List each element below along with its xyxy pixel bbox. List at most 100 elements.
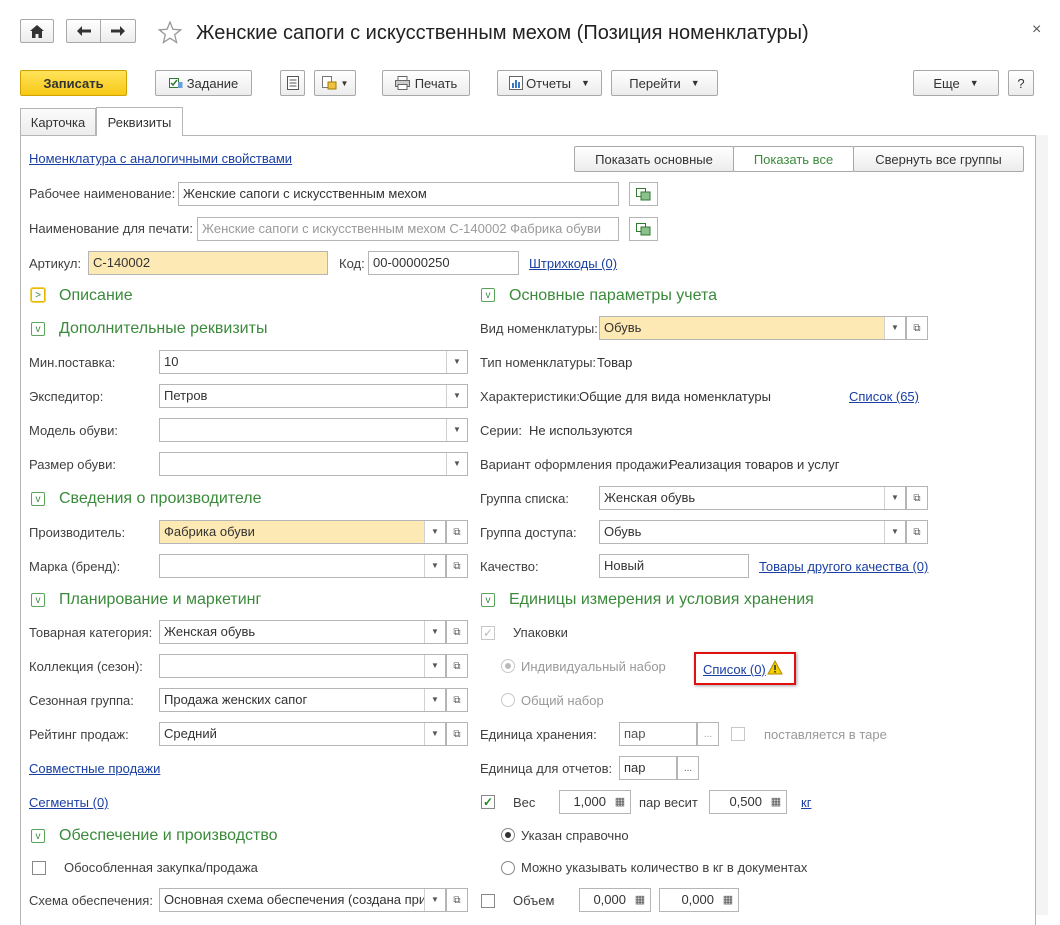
other-quality-link[interactable]: Товары другого качества (0) [759, 559, 928, 575]
manufacturer-input[interactable]: Фабрика обуви ▼ [159, 520, 446, 544]
tab-requisites[interactable]: Реквизиты [96, 107, 183, 136]
specified-radio[interactable] [501, 828, 515, 842]
work-name-input[interactable]: Женские сапоги с искусственным мехом [178, 182, 619, 206]
kg-in-docs-radio[interactable] [501, 861, 515, 875]
separate-purchase-checkbox[interactable] [32, 861, 46, 875]
show-main-button[interactable]: Показать основные [574, 146, 734, 172]
open-supply-scheme-button[interactable]: ⧉ [446, 888, 468, 912]
chevron-down-icon[interactable]: ▼ [424, 621, 445, 643]
calculator-icon[interactable]: ▦ [718, 889, 738, 911]
open-category-button[interactable]: ⧉ [446, 620, 468, 644]
supply-group-header[interactable]: Обеспечение и производство [59, 826, 278, 846]
help-button[interactable]: ? [1008, 70, 1034, 96]
forwarder-input[interactable]: Петров ▼ [159, 384, 468, 408]
quality-input[interactable]: Новый [599, 554, 749, 578]
list-view-button[interactable] [280, 70, 305, 96]
barcodes-link[interactable]: Штрихкоды (0) [529, 256, 617, 272]
open-list-group-button[interactable]: ⧉ [906, 486, 928, 510]
reports-button[interactable]: Отчеты ▼ [497, 70, 602, 96]
volume-checkbox[interactable] [481, 894, 495, 908]
open-kind-button[interactable]: ⧉ [906, 316, 928, 340]
brand-input[interactable]: ▼ [159, 554, 446, 578]
forward-button[interactable] [100, 19, 136, 43]
collapse-supply-icon[interactable]: v [31, 829, 45, 843]
collapse-groups-button[interactable]: Свернуть все группы [853, 146, 1024, 172]
manufacturer-group-header[interactable]: Сведения о производителе [59, 489, 262, 509]
open-rating-button[interactable]: ⧉ [446, 722, 468, 746]
segments-link[interactable]: Сегменты (0) [29, 795, 109, 811]
packages-list-link[interactable]: Список (0) [703, 662, 766, 678]
supply-scheme-input[interactable]: Основная схема обеспечения (создана при ▼ [159, 888, 446, 912]
kind-input[interactable]: Обувь ▼ [599, 316, 906, 340]
in-tare-checkbox[interactable] [731, 727, 745, 741]
report-unit-input[interactable]: пар [619, 756, 677, 780]
expand-description-icon[interactable]: > [30, 287, 46, 303]
description-group-header[interactable]: Описание [59, 286, 133, 306]
similar-items-link[interactable]: Номенклатура с аналогичными свойствами [29, 151, 292, 167]
chevron-down-icon[interactable]: ▼ [424, 521, 445, 543]
calculator-icon[interactable]: ▦ [610, 791, 630, 813]
print-button[interactable]: Печать [382, 70, 470, 96]
calculator-icon[interactable]: ▦ [766, 791, 786, 813]
storage-unit-input[interactable]: пар [619, 722, 697, 746]
category-input[interactable]: Женская обувь ▼ [159, 620, 446, 644]
scrollbar-track[interactable] [1036, 135, 1048, 915]
code-input[interactable]: 00-00000250 [368, 251, 519, 275]
chevron-down-icon[interactable]: ▼ [424, 689, 445, 711]
individual-set-radio[interactable] [501, 659, 515, 673]
chevron-down-icon[interactable]: ▼ [446, 419, 467, 441]
chevron-down-icon[interactable]: ▼ [424, 723, 445, 745]
chevron-down-icon[interactable]: ▼ [446, 351, 467, 373]
collection-input[interactable]: ▼ [159, 654, 446, 678]
translate-button[interactable] [629, 182, 658, 206]
weight-input[interactable]: 1,000 ▦ [559, 790, 631, 814]
chevron-down-icon[interactable]: ▼ [884, 487, 905, 509]
list-group-input[interactable]: Женская обувь ▼ [599, 486, 906, 510]
planning-group-header[interactable]: Планирование и маркетинг [59, 590, 261, 610]
pair-weighs-input[interactable]: 0,500 ▦ [709, 790, 787, 814]
collapse-main-params-icon[interactable]: v [481, 288, 495, 302]
chevron-down-icon[interactable]: ▼ [424, 889, 445, 911]
article-input[interactable]: С-140002 [88, 251, 328, 275]
home-button[interactable] [20, 19, 54, 43]
open-access-group-button[interactable]: ⧉ [906, 520, 928, 544]
storage-unit-select-button[interactable]: ... [697, 722, 719, 746]
volume-input[interactable]: 0,000 ▦ [579, 888, 651, 912]
collapse-planning-icon[interactable]: v [31, 593, 45, 607]
save-button[interactable]: Записать [20, 70, 127, 96]
tab-card[interactable]: Карточка [20, 108, 96, 136]
chevron-down-icon[interactable]: ▼ [884, 317, 905, 339]
min-supply-input[interactable]: 10 ▼ [159, 350, 468, 374]
volume-second-input[interactable]: 0,000 ▦ [659, 888, 739, 912]
main-params-group-header[interactable]: Основные параметры учета [509, 286, 717, 306]
chevron-down-icon[interactable]: ▼ [446, 385, 467, 407]
units-group-header[interactable]: Единицы измерения и условия хранения [509, 590, 814, 610]
rating-input[interactable]: Средний ▼ [159, 722, 446, 746]
open-brand-button[interactable]: ⧉ [446, 554, 468, 578]
chevron-down-icon[interactable]: ▼ [424, 655, 445, 677]
print-name-input[interactable]: Женские сапоги с искусственным мехом С-1… [197, 217, 619, 241]
collapse-extra-icon[interactable]: v [31, 322, 45, 336]
shoe-size-input[interactable]: ▼ [159, 452, 468, 476]
common-set-radio[interactable] [501, 693, 515, 707]
favorite-star-icon[interactable] [158, 21, 182, 44]
collapse-manufacturer-icon[interactable]: v [31, 492, 45, 506]
shoe-model-input[interactable]: ▼ [159, 418, 468, 442]
more-button[interactable]: Еще ▼ [913, 70, 999, 96]
open-collection-button[interactable]: ⧉ [446, 654, 468, 678]
open-manufacturer-button[interactable]: ⧉ [446, 520, 468, 544]
chevron-down-icon[interactable]: ▼ [884, 521, 905, 543]
chars-list-link[interactable]: Список (65) [849, 389, 919, 405]
season-group-input[interactable]: Продажа женских сапог ▼ [159, 688, 446, 712]
chevron-down-icon[interactable]: ▼ [446, 453, 467, 475]
show-all-button[interactable]: Показать все [733, 146, 854, 172]
close-icon[interactable]: × [1032, 20, 1041, 40]
open-season-group-button[interactable]: ⧉ [446, 688, 468, 712]
back-button[interactable] [66, 19, 101, 43]
packages-checkbox[interactable]: ✓ [481, 626, 495, 640]
chevron-down-icon[interactable]: ▼ [424, 555, 445, 577]
extra-group-header[interactable]: Дополнительные реквизиты [59, 319, 267, 339]
calculator-icon[interactable]: ▦ [630, 889, 650, 911]
kg-link[interactable]: кг [801, 795, 811, 811]
translate-button[interactable] [629, 217, 658, 241]
